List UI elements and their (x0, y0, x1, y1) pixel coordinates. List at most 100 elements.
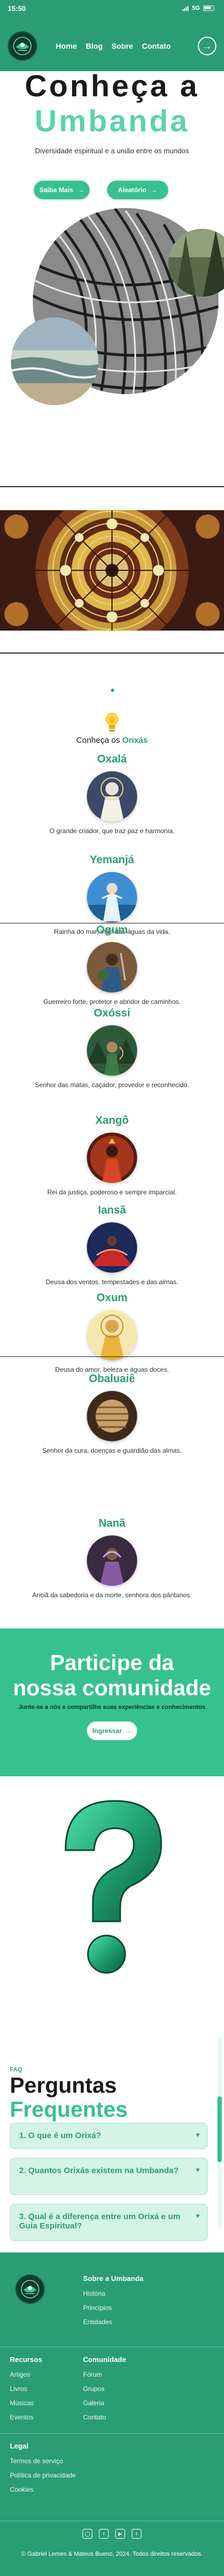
orixa-image (87, 1222, 137, 1273)
faq-question-3[interactable]: 3. Qual é a diferença entre um Orixá e u… (10, 2204, 208, 2241)
footer-link[interactable]: Princípios (83, 2301, 112, 2315)
orixa-name: Obaluaiê (89, 1373, 135, 1385)
faq-title-highlight: Frequentes (10, 2098, 128, 2122)
faq-question-1[interactable]: 1. O que é um Orixá? ▾ (10, 2123, 208, 2149)
footer-divider (0, 2433, 224, 2434)
orixa-name: Oxóssi (93, 1007, 131, 1019)
orixa-card: Ogum Guerreiro forte, protetor e abridor… (0, 924, 224, 1006)
community-title: Participe da nossa comunidade (13, 1651, 211, 1700)
arrow-right-icon: → (78, 186, 85, 194)
question-mark-illustration (64, 1800, 162, 1974)
signal-icon (182, 5, 189, 11)
orixa-description: O grande criador, que traz paz e harmoni… (49, 827, 175, 835)
section-divider (0, 1356, 224, 1357)
arrow-right-icon: → (125, 1727, 132, 1735)
footer-recursos-links: Artigos Livros Músicas Eventos (10, 2367, 34, 2424)
umbanda-mandala-image (0, 510, 224, 631)
lightbulb-icon (105, 713, 119, 732)
footer-link[interactable]: Grupos (83, 2382, 106, 2396)
saiba-mais-button[interactable]: Saiba Mais → (34, 181, 90, 199)
footer-link[interactable]: Entidades (83, 2315, 112, 2329)
footer-link[interactable]: Artigos (10, 2367, 34, 2382)
nav-home[interactable]: Home (56, 42, 77, 50)
orixa-name: Oxum (96, 1292, 128, 1304)
orixa-description: Senhor das matas, caçador, provedor e re… (34, 1081, 190, 1089)
community-section: Participe da nossa comunidade Junte-se a … (0, 1628, 224, 1776)
hero-title: Conheça a (25, 68, 199, 103)
hero-subtitle: Diversidade espiritual e a união entre o… (35, 147, 189, 155)
carousel-dot[interactable] (111, 689, 114, 692)
orixa-image (87, 771, 137, 822)
twitter-icon[interactable]: t (132, 2529, 142, 2539)
arrow-right-icon: → (151, 186, 157, 194)
orixa-name: Iansã (98, 1204, 126, 1216)
orixa-name: Yemanjá (90, 854, 134, 866)
orixa-description: Deusa do amor, beleza e águas doces. (55, 1366, 169, 1373)
orixa-card: Oxóssi Senhor das matas, caçador, proved… (0, 1007, 224, 1089)
footer-link[interactable]: Livros (10, 2382, 34, 2396)
orixa-image (87, 872, 137, 922)
hero-title-highlight: Umbanda (34, 103, 190, 138)
orixa-description: Deusa dos ventos, tempestades e das alma… (45, 1278, 179, 1286)
footer-link[interactable]: Fórum (83, 2367, 106, 2382)
orixa-image (87, 1310, 137, 1360)
community-text: Junte-se a nós e compartilhe suas experi… (18, 1704, 206, 1711)
orixa-card: Iansã Deusa dos ventos, tempestades e da… (0, 1204, 224, 1286)
orixa-image (87, 1391, 137, 1441)
section-divider (0, 652, 224, 654)
orixa-description: Anciã da sabedoria e da morte, senhora d… (32, 1591, 192, 1599)
site-logo[interactable] (8, 31, 37, 61)
orixa-image (87, 1025, 137, 1076)
orixa-card: Nanã Anciã da sabedoria e da morte, senh… (0, 1517, 224, 1599)
footer-sobre-title: Sobre a Umbanda (83, 2274, 144, 2283)
logo-emblem-icon (13, 37, 32, 55)
footer-link[interactable]: Galeria (83, 2396, 106, 2410)
faq-tag: FAQ (10, 2066, 22, 2073)
section-divider (0, 486, 224, 487)
footer-link[interactable]: Músicas (10, 2396, 34, 2410)
status-bar: 15:50 5G (0, 0, 224, 16)
orixas-heading: Conheça os Orixás (76, 736, 148, 745)
chevron-down-icon: ▾ (196, 2131, 199, 2139)
social-links: ◯ f ▶ t (0, 2529, 224, 2539)
faq-question-2[interactable]: 2. Quantos Orixás existem na Umbanda? ▾ (10, 2158, 208, 2195)
chevron-down-icon: ▾ (196, 2212, 199, 2220)
footer-copyright: © Gabriel Lemes & Mateus Bueno, 2024. To… (21, 2551, 203, 2557)
aleatorio-button[interactable]: Aleatório → (107, 181, 168, 199)
footer-comunidade-links: Fórum Grupos Galeria Contato (83, 2367, 106, 2424)
nav-blog[interactable]: Blog (86, 42, 103, 50)
footer-link[interactable]: Contato (83, 2410, 106, 2424)
login-button[interactable]: → (198, 37, 216, 55)
nav-sobre[interactable]: Sobre (111, 42, 133, 50)
orixa-image (87, 1133, 137, 1183)
nav-contato[interactable]: Contato (142, 42, 171, 50)
footer-link[interactable]: Eventos (10, 2410, 34, 2424)
footer-link[interactable]: Política de privacidade (10, 2468, 76, 2482)
join-community-button[interactable]: Ingressar → (87, 1722, 137, 1740)
orixa-name: Xangô (95, 1114, 129, 1127)
footer-comunidade-title: Comunidade (83, 2355, 126, 2364)
facebook-icon[interactable]: f (99, 2529, 109, 2539)
network-label: 5G (192, 5, 200, 11)
footer-link[interactable]: Termos de serviço (10, 2454, 76, 2468)
logo-emblem-icon (21, 2280, 39, 2298)
instagram-icon[interactable]: ◯ (82, 2529, 92, 2539)
youtube-icon[interactable]: ▶ (115, 2529, 125, 2539)
orixa-card: Obaluaiê Senhor da cura, doenças e guard… (0, 1373, 224, 1454)
footer-link[interactable]: Cookies (10, 2482, 76, 2497)
battery-icon (203, 5, 214, 11)
orixa-description: Rei da justiça, poderoso e sempre imparc… (47, 1188, 177, 1196)
scrollbar-thumb[interactable] (217, 2096, 222, 2162)
login-arrow-icon: → (202, 40, 212, 51)
main-nav: Home Blog Sobre Contato (56, 42, 171, 50)
orixa-name: Oxalá (97, 753, 127, 765)
footer-sobre-links: História Princípios Entidades (83, 2286, 112, 2329)
footer-legal-title: Legal (10, 2442, 28, 2450)
footer-logo[interactable] (15, 2274, 45, 2304)
site-footer: Sobre a Umbanda História Princípios Enti… (0, 2252, 224, 2576)
site-header: Home Blog Sobre Contato → (8, 30, 216, 62)
faq-scrollbar[interactable] (217, 2036, 222, 2228)
orixa-card: Oxalá O grande criador, que traz paz e h… (0, 753, 224, 835)
hero-image-collage (0, 197, 224, 482)
footer-link[interactable]: História (83, 2286, 112, 2301)
